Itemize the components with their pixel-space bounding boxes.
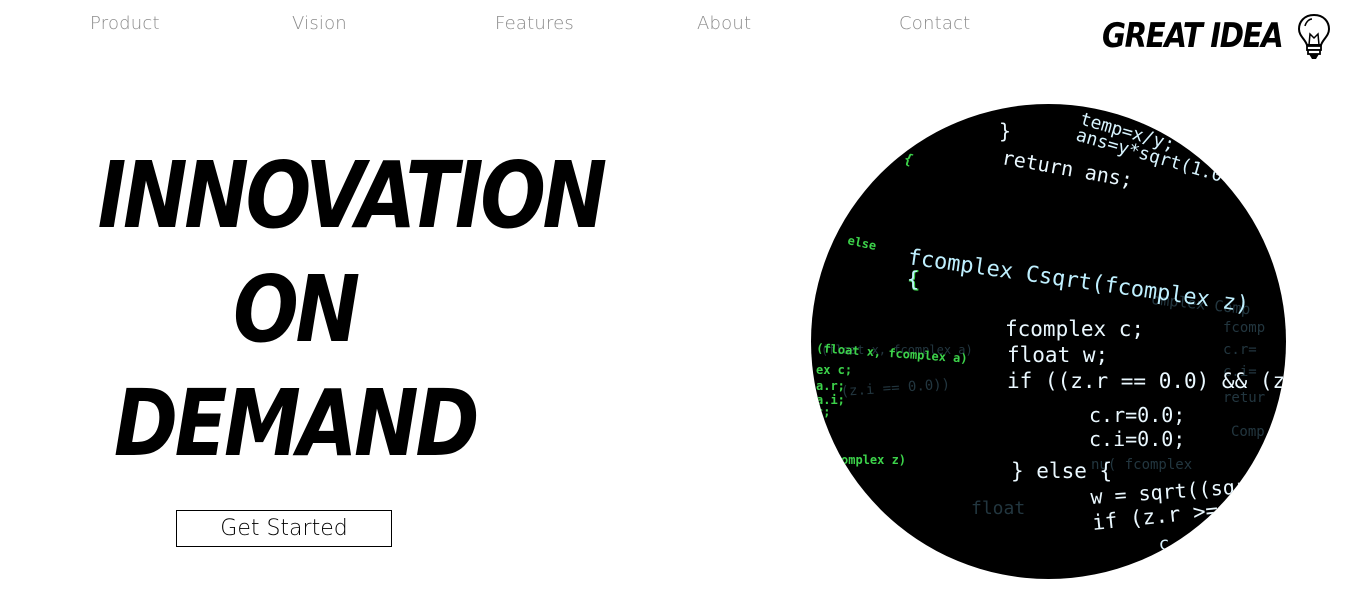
code-screen-image: (z.i == 0.0)) fcomp c.r= c.i= retur omplex Co… — [811, 104, 1286, 579]
code-line: else — [846, 233, 877, 253]
code-line: a.r; — [816, 379, 845, 393]
code-line: if ((z.r == 0.0) && (z.i == 0.0)) { — [1007, 369, 1286, 393]
code-line: } else { — [1011, 459, 1112, 483]
landing-page: Product Vision Features About Contact GR… — [0, 0, 1349, 607]
nav-link-vision[interactable]: Vision — [292, 12, 347, 36]
code-line: c.i=0.0; — [1089, 427, 1185, 451]
get-started-button[interactable]: Get Started — [176, 510, 392, 547]
logo-text: GREAT IDEA — [1102, 16, 1284, 56]
code-line: fcomplex Csqrt(fcomplex z) — [906, 245, 1251, 318]
code-line: omplex z) — [841, 453, 906, 467]
code-line: c.r=0.0; — [1089, 403, 1185, 427]
hero-headline-line-3: DEMAND — [113, 370, 480, 477]
code-line: Comp — [1231, 424, 1265, 440]
code-line: { — [907, 267, 919, 291]
nav-link-about[interactable]: About — [697, 12, 751, 36]
code-line: } — [999, 119, 1011, 143]
code-line: fcomplex c; — [1005, 317, 1144, 341]
code-line: fcomp — [1223, 320, 1265, 336]
code-line: c.r= — [1223, 342, 1257, 358]
nav-link-contact[interactable]: Contact — [899, 12, 970, 36]
hero-headline-line-1: INNOVATION — [97, 142, 608, 249]
lightbulb-icon — [1296, 12, 1332, 66]
code-line: { — [902, 151, 915, 169]
code-line: c.r — [1158, 532, 1192, 555]
code-screen-graphic: (z.i == 0.0))fcompc.r=c.i=returomplex Co… — [816, 109, 1286, 555]
brand-logo[interactable]: GREAT IDEA — [1100, 10, 1334, 62]
code-line: float w; — [1007, 343, 1108, 367]
code-line: c; — [816, 405, 830, 419]
code-line: (z.i == 0.0)) — [840, 376, 950, 400]
code-line: float — [971, 498, 1025, 519]
nav-link-product[interactable]: Product — [90, 12, 160, 36]
nav-link-features[interactable]: Features — [495, 12, 574, 36]
hero-headline-line-2: ON — [233, 256, 360, 363]
code-line: ex c; — [816, 363, 852, 377]
